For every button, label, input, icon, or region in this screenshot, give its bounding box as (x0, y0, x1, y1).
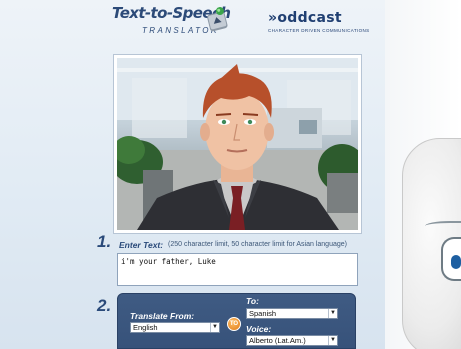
brand-tagline: CHARACTER DRIVEN COMMUNICATIONS (268, 28, 370, 33)
mascot-eye (441, 237, 461, 281)
avatar-scene-frame (113, 54, 362, 234)
enter-text-label: Enter Text: (119, 240, 164, 250)
to-badge-icon: TO (227, 317, 241, 331)
chevron-down-icon: ▼ (328, 309, 337, 318)
translate-from-value: English (133, 323, 158, 332)
voice-label: Voice: (246, 324, 272, 334)
character-limit-note: (250 character limit, 50 character limit… (168, 241, 347, 248)
step-1-number: 1. (97, 232, 112, 251)
target-language-select[interactable]: Spanish ▼ (246, 308, 338, 319)
mascot-pupil (451, 255, 461, 269)
text-input[interactable]: i'm your father, Luke (117, 253, 358, 286)
mascot-character (402, 138, 461, 349)
brand-name: »oddcast (268, 10, 342, 26)
avatar-illustration (117, 58, 358, 230)
translate-from-select[interactable]: English ▼ (130, 322, 220, 333)
mascot-eyelid (425, 221, 461, 231)
step-2-number: 2. (97, 296, 112, 315)
chevron-down-icon: ▼ (328, 336, 337, 345)
avatar-scene (117, 58, 358, 230)
voice-select[interactable]: Alberto (Lat.Am.) ▼ (246, 335, 338, 346)
tts-translator-logo: Text-to-Speech TRANSLATOR (112, 4, 232, 40)
chevron-down-icon: ▼ (210, 323, 219, 332)
target-language-value: Spanish (249, 309, 277, 318)
translate-from-label: Translate From: (130, 311, 195, 321)
voice-value: Alberto (Lat.Am.) (249, 336, 306, 345)
to-label: To: (246, 296, 259, 306)
oddcast-logo[interactable]: »oddcast CHARACTER DRIVEN COMMUNICATIONS (268, 10, 370, 36)
translate-panel: Translate From: English ▼ TO To: Spanish… (117, 293, 356, 349)
